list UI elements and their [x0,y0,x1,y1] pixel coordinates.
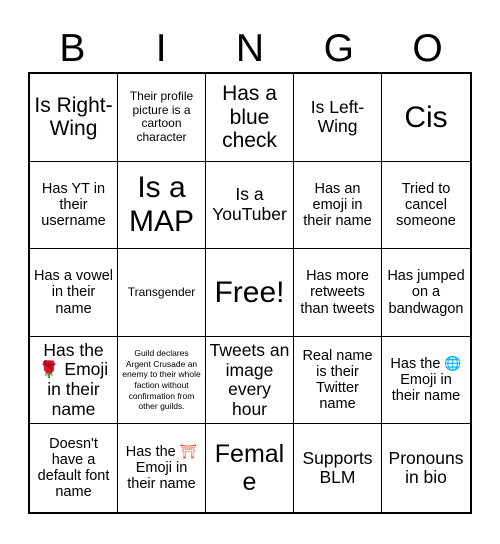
bingo-header-row: B I N G O [28,18,472,70]
globe-emoji-icon: 🌐 [444,355,462,372]
bingo-cell[interactable]: Has a vowel in their name [30,249,118,337]
bingo-cell-label: Is a YouTuber [212,184,287,224]
bingo-cell-label: Tried to cancel someone [396,180,456,229]
bingo-cell[interactable]: Guild declares Argent Crusade an enemy t… [118,336,206,425]
bingo-cell[interactable]: Transgender [118,249,206,337]
bingo-cell-label: Free! [214,275,285,309]
bingo-cell[interactable]: Has the 🌹 Emoji in their name [30,336,118,425]
bingo-cell-label: Has the 🌹 Emoji in their name [38,339,109,419]
bingo-cell-label: Has an emoji in their name [303,180,372,229]
bingo-cell[interactable]: Is Right-Wing [30,74,118,162]
bingo-cell-label: Cis [404,100,448,134]
bingo-cell-label: Tweets an image every hour [209,339,290,419]
bingo-cell[interactable]: Doesn't have a default font name [30,424,118,512]
bingo-cell[interactable]: Has jumped on a bandwagon [382,249,470,337]
bingo-cell[interactable]: Supports BLM [294,424,382,512]
bingo-header-letter-g: G [323,27,354,70]
bingo-header-letter-b: B [59,27,86,70]
bingo-cell-label: Transgender [127,284,196,299]
bingo-cell[interactable]: Is a YouTuber [206,161,294,250]
bingo-cell[interactable]: Has the 🌐 Emoji in their name [382,336,470,425]
bingo-cell[interactable]: Pronouns in bio [382,424,470,512]
bingo-cell-label: Is Left-Wing [310,96,365,137]
bingo-cell[interactable]: Female [206,424,294,512]
bingo-cell[interactable]: Has an emoji in their name [294,161,382,250]
bingo-header-letter-o: O [412,27,443,70]
bingo-cell-label: Their profile picture is a cartoon chara… [129,89,194,144]
bingo-cell[interactable]: Their profile picture is a cartoon chara… [118,74,206,162]
bingo-cell-label: Has a vowel in their name [34,268,113,317]
bingo-cell-label: Has a blue check [222,82,277,153]
bingo-cell-free-space[interactable]: Free! [206,249,294,337]
bingo-cell-label: Guild declares Argent Crusade an enemy t… [122,348,201,412]
bingo-cell[interactable]: Tweets an image every hour [206,336,294,425]
bingo-cell[interactable]: Is a MAP [118,161,206,250]
bingo-header-letter-i: I [155,27,167,70]
bingo-header-letter-n: N [235,27,265,70]
bingo-cell-label: Has the 🌐 Emoji in their name [390,355,462,405]
bingo-cell[interactable]: Has YT in their username [30,161,118,250]
bingo-cell-label: Pronouns in bio [388,447,464,488]
bingo-cell-label: Has YT in their username [41,180,106,229]
bingo-cell-label: Has jumped on a bandwagon [387,268,465,317]
bingo-cell-label: Has more retweets than tweets [300,268,375,317]
bingo-cell[interactable]: Has the ⛩ Emoji in their name [118,424,206,512]
torii-emoji-icon: ⛩ [179,443,198,460]
bingo-cell-label: Is a MAP [128,171,194,238]
bingo-cell[interactable]: Cis [382,74,470,162]
bingo-cell-label: Doesn't have a default font name [37,435,110,501]
bingo-cell[interactable]: Has more retweets than tweets [294,249,382,337]
bingo-cell-label: Female [214,440,285,497]
bingo-cell-label: Real name is their Twitter name [302,347,373,413]
bingo-cell-label: Has the ⛩ Emoji in their name [125,443,198,493]
rose-emoji-icon: 🌹 [38,360,60,380]
bingo-cell[interactable]: Has a blue check [206,74,294,162]
bingo-cell[interactable]: Tried to cancel someone [382,161,470,250]
bingo-cell-label: Supports BLM [302,447,373,488]
bingo-grid: Is Right-Wing Their profile picture is a … [28,72,472,514]
bingo-cell[interactable]: Real name is their Twitter name [294,336,382,425]
bingo-cell[interactable]: Is Left-Wing [294,74,382,162]
bingo-cell-label: Is Right-Wing [34,93,113,141]
bingo-card: B I N G O Is Right-Wing Their profile pic… [0,0,500,544]
